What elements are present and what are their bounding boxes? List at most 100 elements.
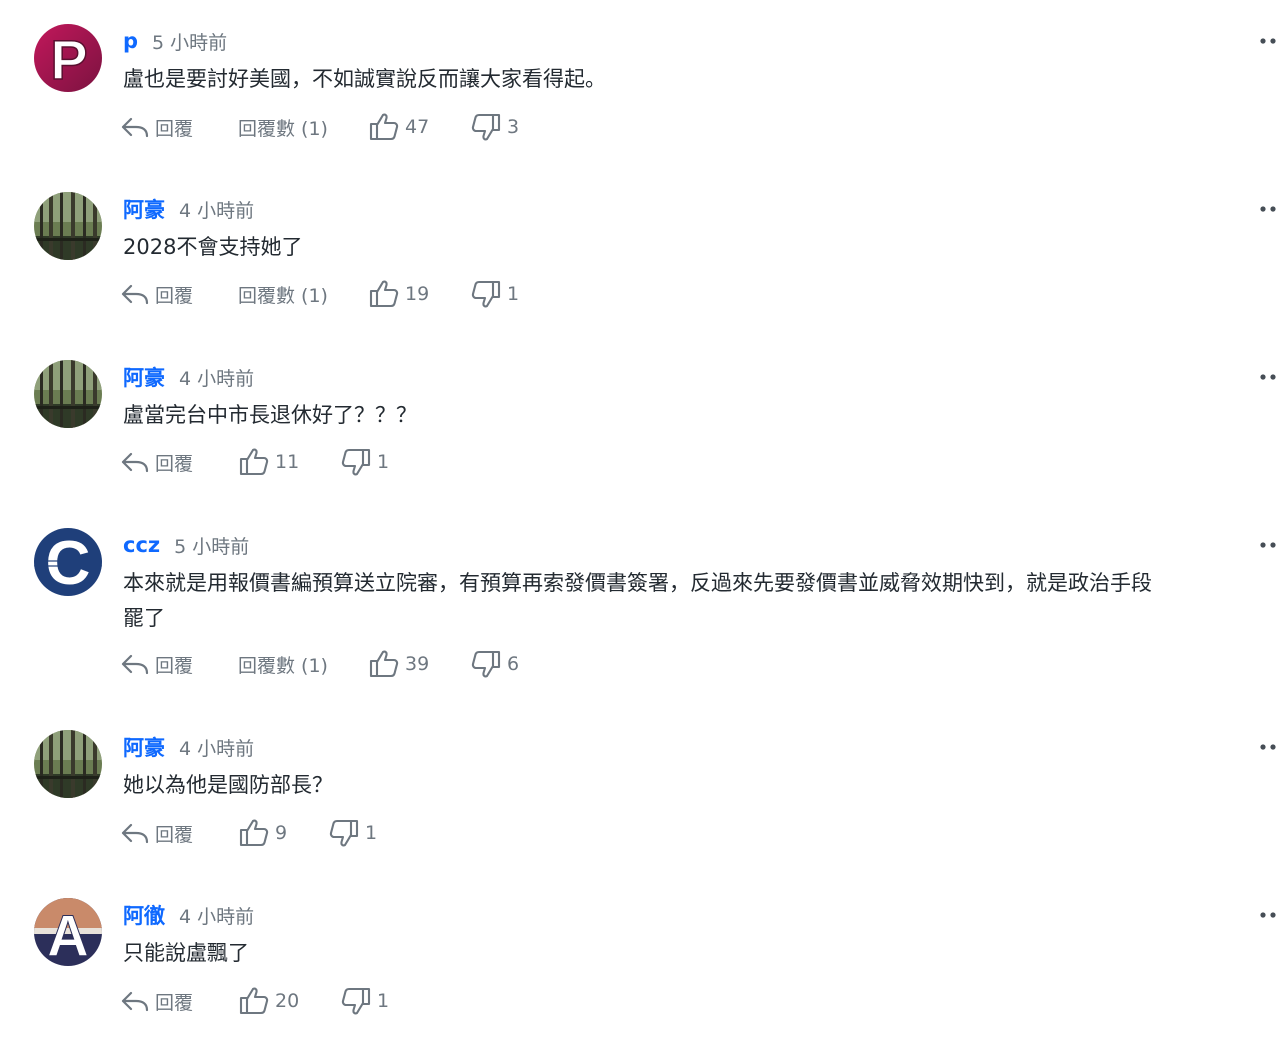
thumbs-up-icon: [369, 650, 399, 678]
like-button[interactable]: 9: [238, 817, 328, 849]
dislike-button[interactable]: 6: [470, 648, 519, 680]
more-options-icon[interactable]: [1258, 368, 1280, 386]
like-count: 19: [405, 283, 430, 305]
like-count: 11: [275, 451, 300, 473]
comment-actions: 回覆 11 1: [120, 446, 389, 478]
thumbs-up-icon: [369, 280, 399, 308]
reply-count-button[interactable]: 回覆數 (1): [238, 651, 368, 678]
comment-text-line: 盧當完台中市長退休好了？？？: [123, 403, 417, 427]
like-button[interactable]: 19: [368, 278, 470, 310]
letter-p-avatar-image: P: [34, 24, 102, 92]
avatar[interactable]: [34, 360, 102, 428]
thumbs-up-icon: [239, 819, 269, 847]
dislike-button[interactable]: 1: [328, 817, 377, 849]
comment-text-line: 盧也是要討好美國，不如誠實說反而讓大家看得起。: [123, 67, 606, 91]
like-button[interactable]: 11: [238, 446, 340, 478]
reply-button[interactable]: 回覆: [120, 281, 238, 308]
more-options-icon[interactable]: [1258, 738, 1280, 756]
svg-text:A: A: [47, 904, 89, 966]
thumbs-down-icon: [341, 448, 371, 476]
comment-text: 2028不會支持她了: [123, 230, 1280, 265]
reply-arrow-icon: [121, 452, 149, 473]
comment-actions: 回覆 9 1: [120, 817, 377, 849]
username[interactable]: 阿徹: [123, 900, 165, 930]
username[interactable]: 阿豪: [123, 362, 165, 392]
comment-actions: 回覆 20 1: [120, 985, 389, 1017]
reply-button[interactable]: 回覆: [120, 988, 238, 1015]
comment-text-line: 本來就是用報價書編預算送立院審，有預算再索發價書簽署，反過來先要發價書並威脅效期…: [123, 571, 1152, 595]
comment-text: 她以為他是國防部長？: [123, 768, 1280, 803]
comment-text-line: 她以為他是國防部長？: [123, 773, 333, 797]
timestamp: 4 小時前: [179, 199, 255, 222]
timestamp: 5 小時前: [174, 535, 250, 558]
reply-button[interactable]: 回覆: [120, 820, 238, 847]
thumbs-up-icon: [239, 448, 269, 476]
dislike-button[interactable]: 1: [340, 446, 389, 478]
reply-count-label: 回覆數 (1): [238, 117, 328, 140]
comment-actions: 回覆 回覆數 (1) 39 6: [120, 648, 519, 680]
dislike-count: 1: [365, 822, 378, 844]
reply-count-label: 回覆數 (1): [238, 654, 328, 677]
like-button[interactable]: 20: [238, 985, 340, 1017]
reply-button[interactable]: 回覆: [120, 449, 238, 476]
reply-arrow-icon: [121, 284, 149, 305]
reply-button[interactable]: 回覆: [120, 651, 238, 678]
username[interactable]: 阿豪: [123, 194, 165, 224]
reply-count-label: 回覆數 (1): [238, 284, 328, 307]
avatar[interactable]: P: [34, 24, 102, 92]
more-options-icon[interactable]: [1258, 32, 1280, 50]
comment-actions: 回覆 回覆數 (1) 19 1: [120, 278, 519, 310]
reply-arrow-icon: [121, 654, 149, 675]
svg-text:C: C: [46, 529, 91, 596]
more-options-icon[interactable]: [1258, 200, 1280, 218]
reply-count-button[interactable]: 回覆數 (1): [238, 281, 368, 308]
comment-text: 只能說盧飄了: [123, 936, 1280, 971]
like-count: 39: [405, 653, 430, 675]
comment-meta: 阿豪 4 小時前: [123, 731, 254, 763]
comment-actions: 回覆 回覆數 (1) 47 3: [120, 111, 519, 143]
dislike-button[interactable]: 3: [470, 111, 519, 143]
reply-arrow-icon: [121, 991, 149, 1012]
more-options-icon[interactable]: [1258, 536, 1280, 554]
reply-arrow-icon: [121, 823, 149, 844]
reply-button[interactable]: 回覆: [120, 114, 238, 141]
like-count: 20: [275, 990, 300, 1012]
thumbs-down-icon: [329, 819, 359, 847]
avatar[interactable]: [34, 730, 102, 798]
thumbs-down-icon: [471, 113, 501, 141]
timestamp: 4 小時前: [179, 367, 255, 390]
comment-meta: 阿徹 4 小時前: [123, 899, 254, 931]
comment-text: 盧當完台中市長退休好了？？？: [123, 398, 1280, 433]
comment-text: 盧也是要討好美國，不如誠實說反而讓大家看得起。: [123, 62, 1280, 97]
avatar[interactable]: A: [34, 898, 102, 966]
svg-text:P: P: [50, 28, 87, 91]
like-button[interactable]: 39: [368, 648, 470, 680]
thumbs-down-icon: [341, 987, 371, 1015]
letter-a-avatar-image: A: [34, 898, 102, 966]
comment-text-line: 罷了: [123, 606, 165, 630]
comment-text-line: 只能說盧飄了: [123, 941, 249, 965]
dislike-button[interactable]: 1: [340, 985, 389, 1017]
reply-label: 回覆: [155, 117, 194, 140]
timestamp: 5 小時前: [152, 31, 228, 54]
timestamp: 4 小時前: [179, 905, 255, 928]
reply-label: 回覆: [155, 284, 194, 307]
dislike-button[interactable]: 1: [470, 278, 519, 310]
username[interactable]: ccz: [123, 533, 160, 557]
username[interactable]: 阿豪: [123, 732, 165, 762]
thumbs-down-icon: [471, 650, 501, 678]
thumbs-up-icon: [239, 987, 269, 1015]
reply-label: 回覆: [155, 991, 194, 1014]
more-options-icon[interactable]: [1258, 906, 1280, 924]
forest-photo-avatar-image: [34, 360, 102, 428]
reply-count-button[interactable]: 回覆數 (1): [238, 114, 368, 141]
thumbs-up-icon: [369, 113, 399, 141]
username[interactable]: p: [123, 29, 138, 53]
thumbs-down-icon: [471, 280, 501, 308]
comment-text-line: 2028不會支持她了: [123, 235, 303, 259]
avatar[interactable]: C: [34, 528, 102, 596]
avatar[interactable]: [34, 192, 102, 260]
like-count: 9: [275, 822, 288, 844]
comment-meta: 阿豪 4 小時前: [123, 361, 254, 393]
like-button[interactable]: 47: [368, 111, 470, 143]
